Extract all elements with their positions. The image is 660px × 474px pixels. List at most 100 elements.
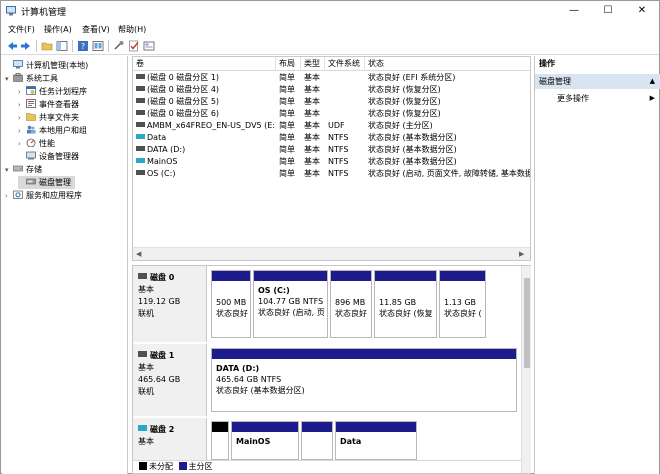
partition[interactable]: 11.85 GB 状态良好 (恢复 — [374, 270, 437, 338]
disk-name: 磁盘 2 — [150, 425, 175, 434]
volume-type: 基本 — [304, 73, 320, 82]
drive-icon — [136, 98, 145, 103]
tree-item-disk-management[interactable]: 磁盘管理 — [18, 176, 75, 189]
legend-swatch-primary — [178, 462, 187, 470]
disk-name: 磁盘 0 — [150, 273, 175, 282]
partition[interactable]: 1.13 GB 状态良好 ( — [439, 270, 486, 338]
partition-mainos[interactable]: MainOS — [231, 421, 299, 460]
tree-item-computer-management[interactable]: 计算机管理(本地) — [5, 59, 88, 72]
partition-name: OS (C:) — [258, 286, 290, 295]
volume-layout: 简单 — [279, 97, 295, 106]
tree-item-shared-folders[interactable]: › 共享文件夹 — [18, 111, 79, 124]
volume-name: AMBM_x64FREO_EN-US_DV5 (E:) — [147, 121, 276, 130]
disk-1-info[interactable]: 磁盘 1 基本 465.64 GB 联机 — [133, 344, 207, 416]
tree-expander[interactable]: ▾ — [5, 73, 13, 86]
tree-item-label: 存储 — [26, 165, 42, 174]
collapse-up-icon[interactable]: ▲ — [650, 74, 655, 89]
scroll-right-icon[interactable]: ▶ — [519, 250, 524, 258]
disk-list-icon[interactable] — [143, 40, 155, 52]
menu-view[interactable]: 查看(V) — [82, 24, 110, 35]
primary-partition-bar — [212, 349, 516, 359]
folder-up-icon[interactable] — [41, 40, 53, 52]
check-disk-icon[interactable] — [128, 40, 140, 52]
volume-layout: 简单 — [279, 145, 295, 154]
column-header-layout[interactable]: 布局 — [276, 57, 301, 71]
volume-status: 状态良好 (启动, 页面文件, 故障转储, 基本数据 — [368, 169, 530, 178]
tree-item-system-tools[interactable]: ▾ 系统工具 — [5, 72, 58, 85]
volume-row[interactable]: MainOS 简单 基本 NTFS 状态良好 (基本数据分区) — [133, 156, 530, 168]
volume-row[interactable]: (磁盘 0 磁盘分区 4) 简单 基本 状态良好 (恢复分区) — [133, 84, 530, 96]
partition-size: 500 MB — [216, 298, 247, 307]
partition-data[interactable]: Data — [335, 421, 417, 460]
tree-item-performance[interactable]: › 性能 — [18, 137, 55, 150]
column-header-status[interactable]: 状态 — [365, 57, 530, 71]
actions-pane: 操作 磁盘管理 ▲ 更多操作 ▶ — [534, 56, 660, 474]
vertical-scrollbar[interactable] — [521, 266, 531, 473]
tree-item-device-manager[interactable]: 设备管理器 — [18, 150, 79, 163]
tree-item-local-users-groups[interactable]: › 本地用户和组 — [18, 124, 87, 137]
partition-name: Data — [340, 437, 362, 446]
tree-item-event-viewer[interactable]: › 事件查看器 — [18, 98, 79, 111]
column-header-filesystem[interactable]: 文件系统 — [325, 57, 365, 71]
volume-row[interactable]: (磁盘 0 磁盘分区 6) 简单 基本 状态良好 (恢复分区) — [133, 108, 530, 120]
volume-filesystem: NTFS — [328, 169, 349, 178]
disk-2-info[interactable]: 磁盘 2 基本 — [133, 418, 207, 460]
computer-management-icon — [6, 6, 16, 16]
partition-size: 896 MB — [335, 298, 366, 307]
partition-status: 状态良好 — [335, 309, 367, 318]
shared-folder-icon — [26, 113, 36, 121]
disk-icon — [138, 425, 147, 431]
primary-partition-bar — [336, 422, 416, 432]
menu-help[interactable]: 帮助(H) — [118, 24, 146, 35]
disk-0-info[interactable]: 磁盘 0 基本 119.12 GB 联机 — [133, 266, 207, 342]
tree-item-label: 事件查看器 — [39, 100, 79, 109]
menu-file[interactable]: 文件(F) — [8, 24, 35, 35]
window-title: 计算机管理 — [21, 8, 67, 18]
tree-item-label: 系统工具 — [26, 74, 58, 83]
scrollbar-thumb[interactable] — [524, 278, 530, 368]
volume-status: 状态良好 (基本数据分区) — [368, 133, 457, 142]
computer-management-window: 计算机管理 — ☐ ✕ 文件(F) 操作(A) 查看(V) 帮助(H) ? 计算… — [0, 0, 660, 474]
help-icon[interactable]: ? — [77, 40, 89, 52]
computer-icon — [13, 60, 23, 69]
volume-name: (磁盘 0 磁盘分区 6) — [147, 109, 220, 118]
toolbar: ? — [1, 37, 659, 55]
volume-type: 基本 — [304, 121, 320, 130]
tree-expander[interactable]: ▾ — [5, 164, 13, 177]
volume-row[interactable]: DATA (D:) 简单 基本 NTFS 状态良好 (基本数据分区) — [133, 144, 530, 156]
partition[interactable]: 896 MB 状态良好 — [330, 270, 372, 338]
actions-section-disk-management[interactable]: 磁盘管理 ▲ — [535, 74, 660, 89]
column-header-type[interactable]: 类型 — [301, 57, 325, 71]
more-actions-link[interactable]: 更多操作 ▶ — [557, 92, 660, 105]
column-header-volume[interactable]: 卷 — [133, 57, 276, 71]
volume-row[interactable]: AMBM_x64FREO_EN-US_DV5 (E:) 简单 基本 UDF 状态… — [133, 120, 530, 132]
forward-arrow-icon[interactable] — [20, 40, 32, 52]
scroll-left-icon[interactable]: ◀ — [136, 250, 141, 258]
volume-row[interactable]: Data 简单 基本 NTFS 状态良好 (基本数据分区) — [133, 132, 530, 144]
volume-row[interactable]: (磁盘 0 磁盘分区 1) 简单 基本 状态良好 (EFI 系统分区) — [133, 72, 530, 84]
tree-item-task-scheduler[interactable]: › 任务计划程序 — [18, 85, 87, 98]
partition[interactable]: 500 MB 状态良好 — [211, 270, 251, 338]
horizontal-scrollbar[interactable]: ◀ ▶ — [133, 247, 530, 260]
partition[interactable] — [301, 421, 333, 460]
partition-data-d[interactable]: DATA (D:) 465.64 GB NTFS 状态良好 (基本数据分区) — [211, 348, 517, 412]
menu-action[interactable]: 操作(A) — [44, 24, 72, 35]
tree-item-storage[interactable]: ▾ 存储 — [5, 163, 42, 176]
partition-size: 1.13 GB — [444, 298, 477, 307]
tree-expander[interactable]: › — [5, 190, 13, 203]
volume-status: 状态良好 (EFI 系统分区) — [368, 73, 456, 82]
volume-layout: 简单 — [279, 73, 295, 82]
console-tree-icon[interactable] — [56, 40, 68, 52]
minimize-button[interactable]: — — [557, 1, 591, 21]
close-button[interactable]: ✕ — [625, 1, 659, 21]
volume-row[interactable]: (磁盘 0 磁盘分区 5) 简单 基本 状态良好 (恢复分区) — [133, 96, 530, 108]
volume-list: 卷 布局 类型 文件系统 状态 (磁盘 0 磁盘分区 1) 简单 基本 状态良好… — [132, 56, 531, 261]
connect-icon[interactable] — [113, 40, 125, 52]
maximize-button[interactable]: ☐ — [591, 1, 625, 21]
volume-row[interactable]: OS (C:) 简单 基本 NTFS 状态良好 (启动, 页面文件, 故障转储,… — [133, 168, 530, 180]
back-arrow-icon[interactable] — [6, 40, 18, 52]
tree-item-services-applications[interactable]: › 服务和应用程序 — [5, 189, 82, 202]
partition[interactable] — [211, 421, 229, 460]
partition-os-c[interactable]: OS (C:) 104.77 GB NTFS 状态良好 (启动, 页 — [253, 270, 328, 338]
properties-icon[interactable] — [92, 40, 104, 52]
